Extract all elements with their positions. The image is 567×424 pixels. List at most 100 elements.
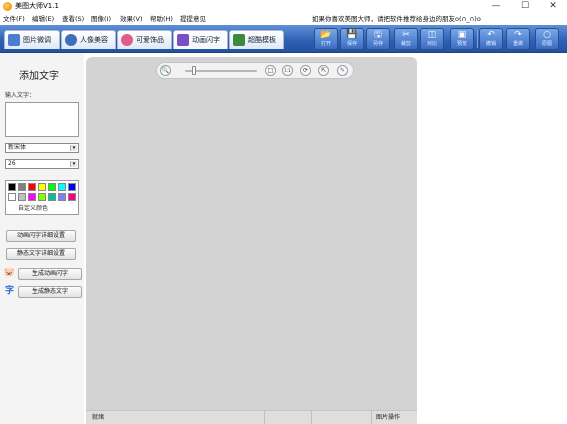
compare-button[interactable]: ◫ 对比 [420,28,444,50]
save-icon: 💾 [346,30,358,40]
promo-text: 如果你喜欢美图大师，请把软件推荐给身边的朋友o(∩_∩)o [312,15,481,23]
color-palette: 自定义颜色 [5,180,79,215]
tab-photo-adjust[interactable]: 图片微调 [4,30,60,49]
tool-label: 原图 [541,41,552,47]
fullscreen-icon[interactable]: ⇱ [318,65,329,76]
color-swatch[interactable] [28,183,36,191]
accessory-icon [121,34,133,46]
template-icon [233,34,245,46]
tab-template[interactable]: 超酷模板 [229,30,284,49]
redo-icon: ↷ [514,30,522,40]
undo-button[interactable]: ↶ 撤销 [479,28,503,50]
status-separator [371,411,372,424]
status-separator [311,411,312,424]
chevron-down-icon: ▾ [70,161,77,167]
menu-help[interactable]: 帮助(H) [150,13,173,25]
preview-button[interactable]: ▣ 预览 [450,28,474,50]
color-swatch[interactable] [38,183,46,191]
crop-button[interactable]: ✂ 裁剪 [394,28,418,50]
color-swatch[interactable] [18,193,26,201]
custom-color-button[interactable]: 自定义颜色 [18,203,48,212]
status-ready: 就绪 [92,414,105,421]
tool-label: 裁剪 [400,41,411,47]
tab-accessory[interactable]: 可爱饰品 [117,30,172,49]
color-swatch[interactable] [68,193,76,201]
static-settings-button[interactable]: 静态文字详细设置 [6,248,76,260]
panel-title: 添加文字 [19,71,59,82]
tab-portrait[interactable]: 人像美容 [61,30,116,49]
zoom-icon[interactable]: 🔍 [160,65,171,76]
maximize-button[interactable]: ☐ [511,0,539,13]
color-swatch[interactable] [38,193,46,201]
app-logo-icon [3,2,12,11]
color-swatch[interactable] [18,183,26,191]
zoom-toolbar: 🔍 □ 1:1 ⟳ ⇱ ✎ [156,62,354,79]
zoom-slider-thumb[interactable] [191,66,196,75]
menu-feedback[interactable]: 提提意见 [180,13,206,25]
font-select[interactable]: 新宋体 ▾ [5,143,79,153]
tab-animated-text[interactable]: 动画闪字 [173,30,228,49]
pig-icon: 🐷 [3,268,16,278]
actual-size-icon[interactable]: 1:1 [282,65,293,76]
open-button[interactable]: 📂 打开 [314,28,338,50]
text-icon [177,34,189,46]
tool-label: 对比 [426,41,437,47]
tool-label: 另存 [372,41,383,47]
color-swatch[interactable] [8,183,16,191]
status-bar: 就绪 图片操作 [86,410,417,424]
compare-icon: ◫ [427,30,437,40]
text-input[interactable] [5,102,79,137]
input-label: 输入文字： [5,92,36,99]
size-select[interactable]: 26 ▾ [5,159,79,169]
anim-settings-button[interactable]: 动画闪字详细设置 [6,230,76,242]
menu-edit[interactable]: 编辑(E) [32,13,54,25]
menu-image[interactable]: 图像(I) [91,13,111,25]
color-swatch[interactable] [58,193,66,201]
font-value: 新宋体 [8,144,27,151]
close-button[interactable]: ✕ [539,0,567,13]
tab-label: 人像美容 [80,36,108,44]
minimize-button[interactable]: — [482,0,510,13]
window-title: 美图大师V1.1 [15,2,59,10]
color-swatch[interactable] [28,193,36,201]
preview-icon: ▣ [457,30,467,40]
menu-file[interactable]: 文件(F) [3,13,25,25]
generate-animation-button[interactable]: 生成动画闪字 [18,268,82,280]
menu-bar: 文件(F) 编辑(E) 查看(S) 图像(I) 效果(V) 帮助(H) 提提意见… [0,13,567,25]
zoom-slider[interactable] [185,70,257,72]
original-icon: ○ [543,30,551,40]
title-bar: 美图大师V1.1 — ☐ ✕ [0,0,567,13]
color-swatch[interactable] [58,183,66,191]
generate-static-button[interactable]: 生成静态文字 [18,286,82,298]
color-swatch[interactable] [8,193,16,201]
canvas-area: 🔍 □ 1:1 ⟳ ⇱ ✎ [84,53,567,424]
size-value: 26 [8,160,16,167]
tab-label: 图片微调 [23,36,51,44]
save-as-button[interactable]: 🖫 另存 [366,28,390,50]
menu-view[interactable]: 查看(S) [62,13,84,25]
image-stage[interactable]: 🔍 □ 1:1 ⟳ ⇱ ✎ [86,57,417,424]
menu-effects[interactable]: 效果(V) [120,13,143,25]
status-separator [264,411,265,424]
text-char-icon: 字 [4,286,14,296]
tab-label: 可爱饰品 [136,36,164,44]
undo-icon: ↶ [487,30,495,40]
toolbar: 图片微调 人像美容 可爱饰品 动画闪字 超酷模板 📂 打开 💾 保存 🖫 另存 … [0,25,567,53]
color-swatch[interactable] [68,183,76,191]
rotate-icon[interactable]: ⟳ [300,65,311,76]
edit-icon[interactable]: ✎ [337,65,348,76]
tool-label: 预览 [456,41,467,47]
text-panel: 添加文字 输入文字： 新宋体 ▾ 26 ▾ 自定义颜色 动画闪字详细设置 静态文… [0,53,84,424]
fit-window-icon[interactable]: □ [265,65,276,76]
save-as-icon: 🖫 [374,30,382,40]
portrait-icon [65,34,77,46]
redo-button[interactable]: ↷ 重做 [506,28,530,50]
color-swatch[interactable] [48,183,56,191]
save-button[interactable]: 💾 保存 [340,28,364,50]
color-swatch[interactable] [48,193,56,201]
original-button[interactable]: ○ 原图 [535,28,559,50]
photo-adjust-icon [8,34,20,46]
tool-label: 重做 [512,41,523,47]
tool-label: 保存 [346,41,357,47]
tab-label: 超酷模板 [248,36,276,44]
